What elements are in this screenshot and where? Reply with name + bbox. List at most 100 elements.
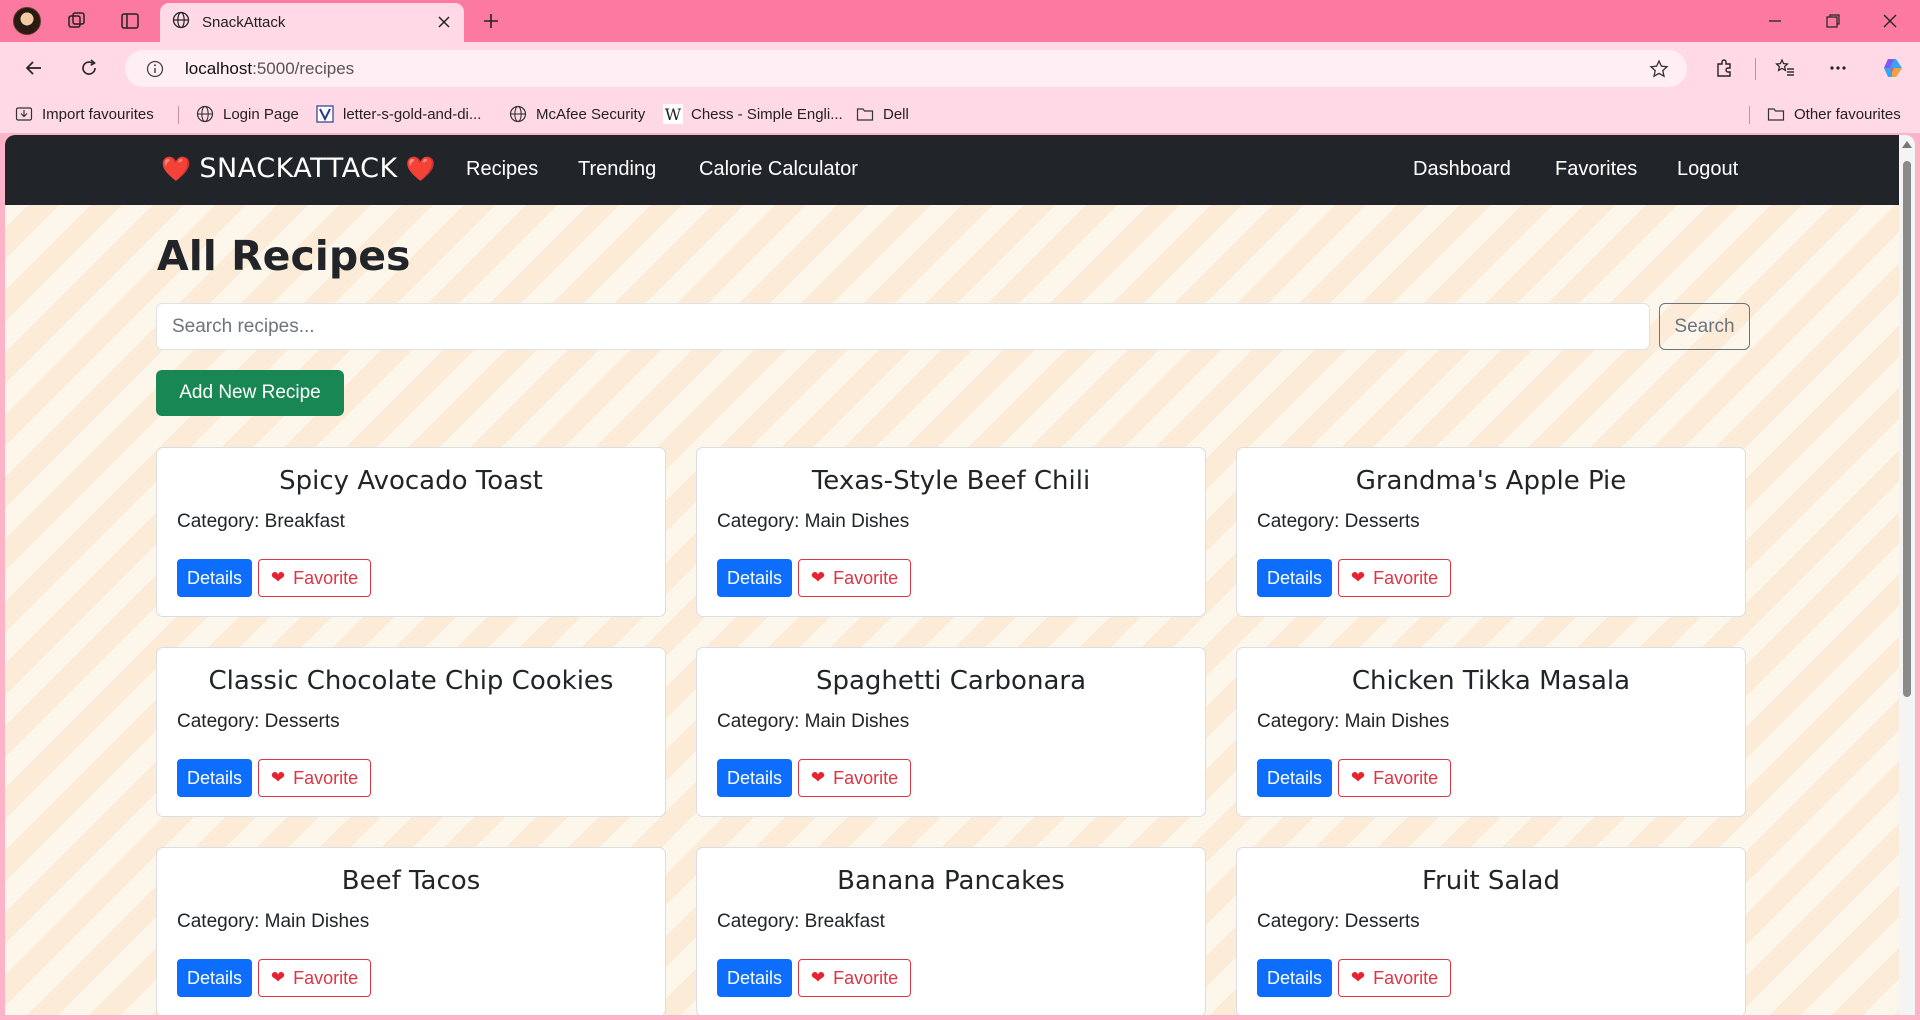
heart-icon: ❤️ (161, 154, 192, 183)
recipe-card: Spicy Avocado Toast Category: Breakfast … (156, 447, 666, 617)
details-button[interactable]: Details (717, 759, 792, 797)
back-arrow-icon[interactable] (21, 55, 47, 81)
recipe-title: Grandma's Apple Pie (1355, 466, 1627, 496)
nav-link-calorie-calculator[interactable]: Calorie Calculator (699, 158, 858, 181)
brand-logo[interactable]: ❤️ SNACKATTACK ❤️ (153, 153, 444, 184)
favorites-bar-label: Import favourites (42, 105, 154, 123)
recipe-card: Chicken Tikka Masala Category: Main Dish… (1236, 647, 1746, 817)
favorite-button[interactable]: ❤ Favorite (258, 759, 371, 797)
heart-icon: ❤ (270, 768, 286, 787)
recipe-title: Classic Chocolate Chip Cookies (208, 666, 614, 696)
search-input[interactable] (156, 303, 1650, 350)
favorites-bar-other[interactable]: Other favourites (1766, 102, 1901, 126)
wikipedia-icon: W (663, 104, 683, 124)
recipe-card: Texas-Style Beef Chili Category: Main Di… (696, 447, 1206, 617)
nav-link-favorites[interactable]: Favorites (1555, 158, 1637, 181)
favorite-button[interactable]: ❤ Favorite (258, 559, 371, 597)
tab-actions-icon[interactable] (117, 8, 143, 34)
heart-icon: ❤ (1350, 568, 1366, 587)
favorite-label: Favorite (293, 567, 359, 588)
scrollbar-thumb[interactable] (1903, 161, 1911, 697)
recipe-title: Chicken Tikka Masala (1351, 666, 1631, 696)
favorites-bar-item-chess[interactable]: W Chess - Simple Engli... (663, 102, 843, 126)
details-button[interactable]: Details (177, 959, 252, 997)
recipe-card: Fruit Salad Category: Desserts Details ❤… (1236, 847, 1746, 1015)
recipe-title: Banana Pancakes (837, 866, 1065, 896)
url-host: localhost (185, 59, 253, 78)
recipe-card: Grandma's Apple Pie Category: Desserts D… (1236, 447, 1746, 617)
recipe-category: Category: Desserts (1257, 511, 1420, 532)
globe-icon (172, 11, 190, 34)
recipe-category: Category: Main Dishes (1257, 711, 1450, 732)
heart-icon: ❤ (1350, 768, 1366, 787)
nav-link-recipes[interactable]: Recipes (466, 158, 538, 181)
folder-icon (1766, 104, 1786, 124)
heart-icon: ❤ (810, 768, 826, 787)
details-button[interactable]: Details (717, 959, 792, 997)
favorite-button[interactable]: ❤ Favorite (1338, 559, 1451, 597)
recipe-category: Category: Main Dishes (717, 711, 910, 732)
profile-avatar-icon[interactable] (13, 7, 41, 35)
heart-icon: ❤ (1350, 968, 1366, 987)
recipe-category: Category: Breakfast (177, 511, 345, 532)
minimize-icon[interactable] (1762, 8, 1788, 34)
favorites-bar-item-login[interactable]: Login Page (195, 102, 299, 126)
url-text: localhost:5000/recipes (185, 59, 354, 79)
close-window-icon[interactable] (1877, 8, 1903, 34)
details-button[interactable]: Details (177, 559, 252, 597)
favorites-bar-label: McAfee Security (536, 105, 646, 123)
favorites-bar-item-dell[interactable]: Dell (855, 102, 909, 126)
recipe-title: Spicy Avocado Toast (279, 466, 543, 496)
add-new-recipe-button[interactable]: Add New Recipe (156, 370, 344, 416)
url-path: :5000/recipes (252, 59, 355, 78)
restore-icon[interactable] (1820, 8, 1846, 34)
add-favorite-star-icon[interactable] (1647, 57, 1671, 81)
details-button[interactable]: Details (717, 559, 792, 597)
tab-title: SnackAttack (202, 14, 286, 31)
new-tab-icon[interactable] (478, 8, 504, 34)
site-info-icon[interactable] (144, 58, 166, 80)
extensions-icon[interactable] (1711, 55, 1737, 81)
url-bar[interactable]: localhost:5000/recipes (125, 50, 1687, 87)
favorite-button[interactable]: ❤ Favorite (258, 959, 371, 997)
reload-icon[interactable] (76, 55, 102, 81)
favorites-list-icon[interactable] (1772, 55, 1798, 81)
nav-link-trending[interactable]: Trending (578, 158, 656, 181)
recipe-title: Beef Tacos (341, 866, 481, 896)
page-scrollbar[interactable] (1899, 135, 1915, 1015)
recipe-category: Category: Desserts (1257, 911, 1420, 932)
favorites-divider (1749, 106, 1750, 124)
more-options-icon[interactable] (1825, 55, 1851, 81)
scroll-up-arrow-icon[interactable] (1902, 141, 1912, 148)
nav-link-logout[interactable]: Logout (1677, 158, 1738, 181)
close-tab-icon[interactable] (434, 12, 454, 32)
nav-link-dashboard[interactable]: Dashboard (1413, 158, 1511, 181)
favorite-button[interactable]: ❤ Favorite (798, 559, 911, 597)
address-toolbar: localhost:5000/recipes (0, 42, 1920, 94)
favorites-bar-item-mcafee[interactable]: McAfee Security (508, 102, 645, 126)
favorite-label: Favorite (833, 567, 899, 588)
favorites-bar-item-letter-s[interactable]: letter-s-gold-and-di... (315, 102, 481, 126)
details-button[interactable]: Details (1257, 959, 1332, 997)
favorites-bar-label: Chess - Simple Engli... (691, 105, 843, 123)
favorites-bar-label: Login Page (223, 105, 299, 123)
heart-icon: ❤ (810, 968, 826, 987)
search-button[interactable]: Search (1659, 303, 1750, 350)
favorite-button[interactable]: ❤ Favorite (1338, 759, 1451, 797)
favorite-button[interactable]: ❤ Favorite (798, 959, 911, 997)
favorite-button[interactable]: ❤ Favorite (798, 759, 911, 797)
heart-icon: ❤ (810, 568, 826, 587)
details-button[interactable]: Details (1257, 759, 1332, 797)
favorite-button[interactable]: ❤ Favorite (1338, 959, 1451, 997)
workspaces-icon[interactable] (64, 8, 90, 34)
copilot-icon[interactable] (1880, 55, 1906, 81)
recipe-title: Texas-Style Beef Chili (811, 466, 1091, 496)
browser-tab-strip: SnackAttack (0, 0, 1920, 42)
details-button[interactable]: Details (177, 759, 252, 797)
details-button[interactable]: Details (1257, 559, 1332, 597)
favorites-bar-label: Dell (883, 105, 909, 123)
active-tab[interactable]: SnackAttack (160, 3, 464, 42)
recipe-category: Category: Main Dishes (177, 911, 370, 932)
favorites-bar-item-import[interactable]: Import favourites (14, 102, 154, 126)
globe-icon (195, 104, 215, 124)
